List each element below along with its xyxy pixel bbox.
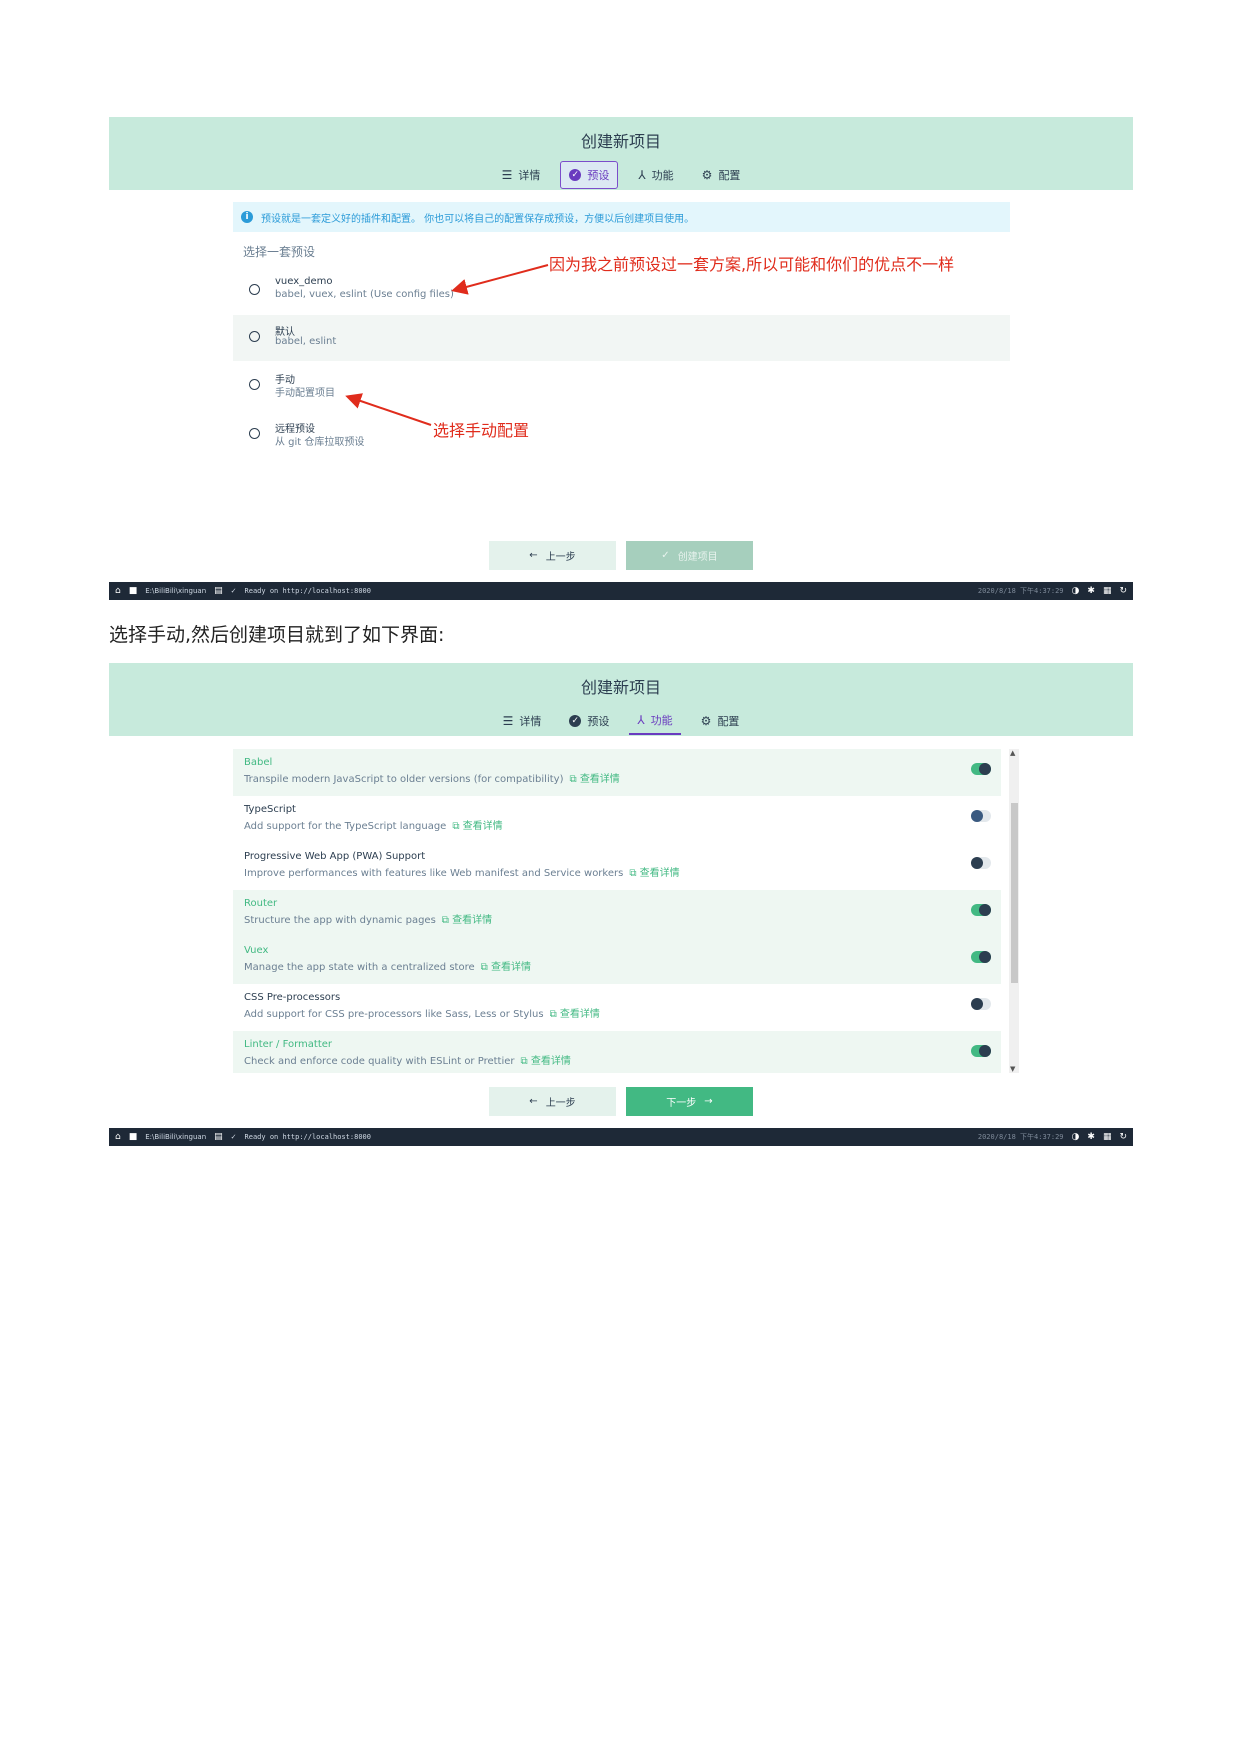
step-tabs: ☰ 详情 ✓ 预设 ⅄ 功能 ⚙ 配置 — [109, 707, 1133, 735]
feature-row-typescript[interactable]: TypeScript Add support for the TypeScrip… — [233, 796, 1001, 843]
list-icon: ☰ — [502, 714, 514, 728]
status-time: 2020/8/18 下午4:37:29 — [977, 587, 1064, 595]
translate-icon[interactable]: ▦ — [1103, 1132, 1112, 1142]
feature-toggle[interactable] — [971, 763, 991, 775]
feature-desc: Add support for the TypeScript language ⧉… — [244, 821, 503, 832]
arrow-to-manual — [345, 393, 432, 426]
annotation-preset-note: 因为我之前预设过一套方案,所以可能和你们的优点不一样 — [549, 255, 955, 274]
scrollbar[interactable]: ▲ ▼ — [1009, 749, 1019, 1073]
button-label: 上一步 — [545, 552, 576, 563]
status-path[interactable]: E:\BiliBili\xinguan — [145, 1133, 206, 1141]
chevron-up-icon[interactable]: ▲ — [1010, 749, 1015, 757]
home-icon[interactable]: ⌂ — [115, 586, 121, 596]
feature-desc: Add support for CSS pre-processors like … — [244, 1009, 600, 1020]
feature-row-pwa[interactable]: Progressive Web App (PWA) Support Improv… — [233, 843, 1001, 890]
status-ready: Ready on http://localhost:8000 — [244, 1133, 371, 1141]
feature-name: Vuex — [244, 945, 269, 956]
theme-contrast-icon[interactable]: ◑ — [1072, 1132, 1080, 1142]
folder-icon: ■ — [128, 586, 138, 596]
tab-features[interactable]: ⅄ 功能 — [629, 707, 681, 735]
feature-toggle[interactable] — [971, 857, 991, 869]
page-header: 创建新项目 ☰ 详情 ✓ 预设 ⅄ 功能 ⚙ 配置 — [109, 663, 1133, 736]
button-label: 下一步 — [666, 1098, 697, 1109]
feature-toggle[interactable] — [971, 951, 991, 963]
folder-icon: ■ — [128, 1132, 138, 1142]
feature-toggle[interactable] — [971, 998, 991, 1010]
feature-row-css-preprocessors[interactable]: CSS Pre-processors Add support for CSS p… — [233, 984, 1001, 1031]
tab-label: 预设 — [587, 715, 610, 728]
caption-text: 选择手动,然后创建项目就到了如下界面: — [109, 624, 445, 646]
view-details-link[interactable]: ⧉ 查看详情 — [569, 774, 619, 785]
scrollbar-thumb[interactable] — [1011, 803, 1018, 983]
screenshot-preset-step: 创建新项目 ☰ 详情 ✓ 预设 ⅄ 功能 ⚙ 配置 i 预设就是一套定义好的插件… — [109, 117, 1133, 601]
status-bar: ⌂ ■ E:\BiliBili\xinguan ▤ ✓ Ready on htt… — [109, 1128, 1133, 1146]
status-time: 2020/8/18 下午4:37:29 — [977, 1133, 1064, 1141]
feature-name: Router — [244, 898, 278, 909]
console-icon[interactable]: ▤ — [214, 1132, 223, 1142]
tab-label: 配置 — [717, 715, 740, 728]
feature-desc: Improve performances with features like … — [244, 868, 680, 879]
feature-name: CSS Pre-processors — [244, 992, 341, 1003]
feature-row-vuex[interactable]: Vuex Manage the app state with a central… — [233, 937, 1001, 984]
arrow-to-vuex-demo — [451, 264, 549, 295]
screenshot-features-step: 创建新项目 ☰ 详情 ✓ 预设 ⅄ 功能 ⚙ 配置 Babel Transpil… — [109, 663, 1133, 1147]
feature-name: TypeScript — [244, 804, 296, 815]
feature-name: Babel — [244, 757, 273, 768]
fork-icon: ⅄ — [637, 713, 645, 727]
feature-toggle[interactable] — [971, 904, 991, 916]
create-project-button[interactable]: ✓ 创建项目 — [626, 541, 753, 570]
previous-step-button[interactable]: ← 上一步 — [489, 1087, 616, 1116]
refresh-icon[interactable]: ↻ — [1119, 1132, 1127, 1142]
feature-desc: Transpile modern JavaScript to older ver… — [244, 774, 620, 785]
next-step-button[interactable]: 下一步 → — [626, 1087, 753, 1116]
settings-box-icon: ⚙ — [700, 714, 712, 728]
check-icon: ✓ — [661, 550, 670, 561]
page-title: 创建新项目 — [580, 678, 661, 697]
status-ready: Ready on http://localhost:8000 — [244, 587, 371, 595]
theme-contrast-icon[interactable]: ◑ — [1072, 586, 1080, 596]
button-label: 创建项目 — [677, 552, 718, 563]
feature-name: Linter / Formatter — [244, 1039, 333, 1050]
feature-desc: Manage the app state with a centralized … — [244, 962, 531, 973]
status-path[interactable]: E:\BiliBili\xinguan — [145, 587, 206, 595]
refresh-icon[interactable]: ↻ — [1119, 586, 1127, 596]
tab-config[interactable]: ⚙ 配置 — [693, 707, 748, 735]
previous-step-button[interactable]: ← 上一步 — [489, 541, 616, 570]
arrow-left-icon: ← — [529, 550, 538, 561]
feature-toggle[interactable] — [971, 1045, 991, 1057]
annotation-select-manual: 选择手动配置 — [433, 421, 530, 440]
arrow-right-icon: → — [704, 1096, 713, 1107]
translate-icon[interactable]: ▦ — [1103, 586, 1112, 596]
feature-desc: Structure the app with dynamic pages ⧉ 查看… — [244, 915, 493, 926]
console-icon[interactable]: ▤ — [214, 586, 223, 596]
feature-list: Babel Transpile modern JavaScript to old… — [233, 749, 1019, 1073]
check-icon: ✓ — [230, 1133, 237, 1141]
view-details-link[interactable]: ⧉ 查看详情 — [550, 1009, 600, 1020]
check-circle-icon: ✓ — [569, 715, 582, 727]
chevron-down-icon[interactable]: ▼ — [1010, 1065, 1015, 1073]
view-details-link[interactable]: ⧉ 查看详情 — [481, 962, 531, 973]
status-bar: ⌂ ■ E:\BiliBili\xinguan ▤ ✓ Ready on htt… — [109, 582, 1133, 600]
annotation-arrows — [345, 264, 549, 426]
tab-label: 详情 — [519, 715, 542, 728]
arrow-left-icon: ← — [529, 1096, 538, 1107]
button-label: 上一步 — [545, 1098, 576, 1109]
check-icon: ✓ — [230, 587, 237, 595]
feature-toggle[interactable] — [971, 810, 991, 822]
view-details-link[interactable]: ⧉ 查看详情 — [452, 821, 502, 832]
view-details-link[interactable]: ⧉ 查看详情 — [521, 1056, 571, 1067]
feature-name: Progressive Web App (PWA) Support — [244, 851, 426, 862]
feature-desc: Check and enforce code quality with ESLi… — [244, 1056, 571, 1067]
home-icon[interactable]: ⌂ — [115, 1132, 121, 1142]
feature-row-babel[interactable]: Babel Transpile modern JavaScript to old… — [233, 749, 1001, 796]
bug-icon[interactable]: ✱ — [1087, 1132, 1095, 1142]
tab-details[interactable]: ☰ 详情 — [495, 707, 550, 735]
feature-row-linter[interactable]: Linter / Formatter Check and enforce cod… — [233, 1031, 1001, 1073]
view-details-link[interactable]: ⧉ 查看详情 — [629, 868, 679, 879]
tab-presets[interactable]: ✓ 预设 — [561, 707, 617, 735]
tab-label: 功能 — [650, 714, 673, 727]
bug-icon[interactable]: ✱ — [1087, 586, 1095, 596]
view-details-link[interactable]: ⧉ 查看详情 — [442, 915, 492, 926]
feature-row-router[interactable]: Router Structure the app with dynamic pa… — [233, 890, 1001, 937]
